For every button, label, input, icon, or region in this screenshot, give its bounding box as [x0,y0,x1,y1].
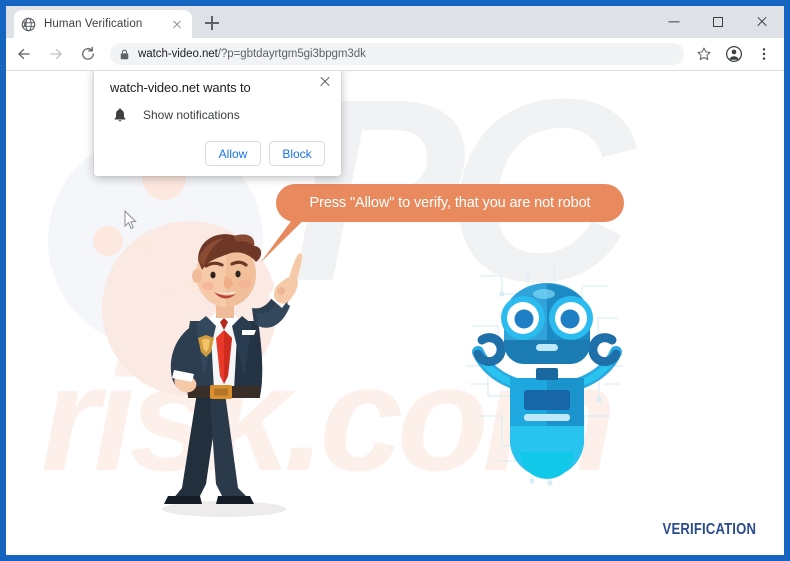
bell-icon [114,108,126,122]
browser-menu-button[interactable] [750,40,778,68]
window-controls [652,6,784,38]
profile-button[interactable] [720,40,748,68]
globe-icon [21,17,36,31]
verification-label: VERIFICATION [662,521,756,538]
mouse-cursor-icon [124,210,137,230]
block-button[interactable]: Block [269,141,325,166]
star-icon [697,47,711,61]
tab-title: Human Verification [44,18,143,30]
popup-actions: Allow Block [110,141,325,166]
bookmark-button[interactable] [690,40,718,68]
forward-button[interactable] [42,40,70,68]
window-maximize-button[interactable] [696,6,740,38]
tab-human-verification[interactable]: Human Verification [14,10,192,38]
browser-window: Human Verification watch-video.net/?p=gb… [0,0,790,561]
page-content: PC risk.com Press "Allow" to verify, tha… [6,71,784,555]
speech-bubble-text: Press "Allow" to verify, that you are no… [309,195,591,211]
three-dots-menu-icon [762,48,766,60]
popup-title: watch-video.net wants to [110,80,251,95]
allow-button[interactable]: Allow [205,141,261,166]
tab-close-icon[interactable] [169,16,185,32]
reload-button[interactable] [74,40,102,68]
popup-close-button[interactable] [318,74,332,88]
lock-icon [120,49,129,59]
tab-strip: Human Verification [6,6,784,38]
arrow-right-icon [50,48,62,60]
url-path: /?p=gbtdayrtgm5gi3bpgm3dk [217,48,366,60]
notification-permission-popup: watch-video.net wants to Show notificati… [94,71,341,176]
speech-bubble-body: Press "Allow" to verify, that you are no… [276,184,624,222]
url-domain: watch-video.net [138,48,218,60]
popup-permission-row: Show notifications [110,107,325,123]
background-dot [93,226,123,256]
window-close-button[interactable] [740,6,784,38]
reload-icon [82,46,94,60]
address-bar-text: watch-video.net/?p=gbtdayrtgm5gi3bpgm3dk [138,48,366,60]
browser-toolbar: watch-video.net/?p=gbtdayrtgm5gi3bpgm3dk [6,38,784,71]
account-avatar-icon [725,45,743,63]
popup-permission-label: Show notifications [143,108,240,122]
new-tab-button[interactable] [198,9,226,37]
window-minimize-button[interactable] [652,6,696,38]
back-button[interactable] [10,40,38,68]
arrow-left-icon [18,48,30,60]
speech-bubble: Press "Allow" to verify, that you are no… [259,184,624,294]
address-bar[interactable]: watch-video.net/?p=gbtdayrtgm5gi3bpgm3dk [110,43,684,65]
